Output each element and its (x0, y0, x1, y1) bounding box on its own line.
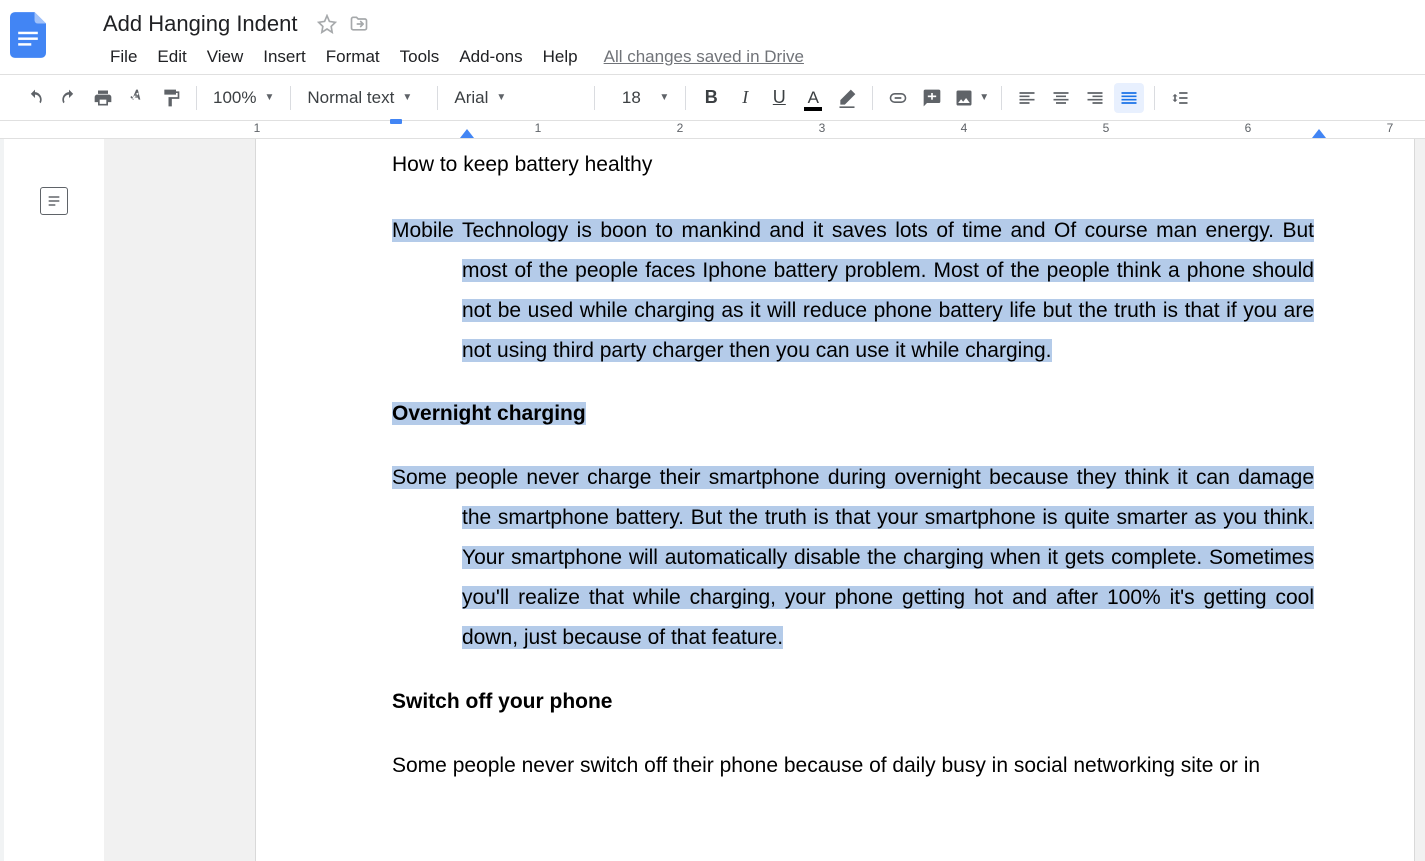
paragraph-3: Some people never switch off their phone… (392, 746, 1314, 786)
menu-view[interactable]: View (197, 43, 254, 71)
line-spacing-button[interactable] (1165, 83, 1195, 113)
separator (872, 86, 873, 110)
first-line-indent-marker[interactable] (390, 119, 404, 127)
print-button[interactable] (88, 83, 118, 113)
menu-tools[interactable]: Tools (390, 43, 450, 71)
separator (594, 86, 595, 110)
paragraph-1: Mobile Technology is boon to mankind and… (392, 211, 1314, 371)
menu-format[interactable]: Format (316, 43, 390, 71)
save-status[interactable]: All changes saved in Drive (604, 47, 804, 67)
workspace: How to keep battery healthy Mobile Techn… (0, 139, 1425, 861)
doc-heading-line: How to keep battery healthy (392, 145, 1314, 185)
menu-insert[interactable]: Insert (253, 43, 316, 71)
ruler-area: 1 1 2 3 4 5 6 7 (0, 121, 1425, 139)
move-to-folder-icon[interactable] (349, 14, 369, 34)
ruler-number: 1 (254, 121, 261, 135)
vertical-ruler[interactable] (0, 139, 4, 861)
insert-link-button[interactable] (883, 83, 913, 113)
ruler-number: 5 (1103, 121, 1110, 135)
align-right-button[interactable] (1080, 83, 1110, 113)
paragraph-2: Some people never charge their smartphon… (392, 458, 1314, 657)
ruler-number: 3 (819, 121, 826, 135)
horizontal-ruler[interactable]: 1 1 2 3 4 5 6 7 (257, 121, 1425, 139)
selected-text: Some people never charge their smartphon… (392, 466, 1314, 489)
align-left-button[interactable] (1012, 83, 1042, 113)
toolbar: 100%▼ Normal text▼ Arial▼ 18▼ B I U A ▼ (0, 75, 1425, 121)
ruler-number: 2 (677, 121, 684, 135)
right-indent-marker[interactable] (1312, 129, 1326, 138)
insert-image-button[interactable]: ▼ (949, 83, 993, 113)
font-size-combo[interactable]: 18▼ (603, 83, 677, 113)
docs-logo[interactable] (8, 8, 48, 62)
font-family-combo[interactable]: Arial▼ (446, 83, 586, 113)
document-body[interactable]: How to keep battery healthy Mobile Techn… (392, 145, 1314, 786)
ruler-number: 1 (535, 121, 542, 135)
paragraph-style-combo[interactable]: Normal text▼ (299, 83, 429, 113)
separator (1154, 86, 1155, 110)
page: How to keep battery healthy Mobile Techn… (255, 139, 1415, 861)
spellcheck-button[interactable] (122, 83, 152, 113)
left-sidebar (4, 139, 104, 861)
separator (685, 86, 686, 110)
align-center-button[interactable] (1046, 83, 1076, 113)
italic-button[interactable]: I (730, 83, 760, 113)
header-main: Add Hanging Indent File Edit View Insert… (56, 8, 1417, 74)
add-comment-button[interactable] (917, 83, 947, 113)
align-justify-button[interactable] (1114, 83, 1144, 113)
document-outline-icon[interactable] (40, 187, 68, 215)
header: Add Hanging Indent File Edit View Insert… (0, 0, 1425, 75)
separator (196, 86, 197, 110)
document-canvas[interactable]: How to keep battery healthy Mobile Techn… (104, 139, 1425, 861)
subheading-switch-off: Switch off your phone (392, 682, 1314, 722)
separator (290, 86, 291, 110)
highlight-color-button[interactable] (832, 83, 862, 113)
bold-button[interactable]: B (696, 83, 726, 113)
menu-help[interactable]: Help (533, 43, 588, 71)
zoom-combo[interactable]: 100%▼ (205, 83, 282, 113)
title-row: Add Hanging Indent (56, 8, 1417, 40)
star-icon[interactable] (317, 14, 337, 34)
subheading-overnight: Overnight charging (392, 394, 1314, 434)
paint-format-button[interactable] (156, 83, 186, 113)
menubar: File Edit View Insert Format Tools Add-o… (100, 40, 1417, 74)
selected-text: most of the people faces Iphone battery … (462, 259, 1314, 362)
underline-button[interactable]: U (764, 83, 794, 113)
docs-icon (10, 11, 46, 59)
undo-button[interactable] (20, 83, 50, 113)
ruler-number: 4 (961, 121, 968, 135)
menu-file[interactable]: File (100, 43, 147, 71)
selected-text: Mobile Technology is boon to mankind and… (392, 219, 1314, 242)
doc-title-input[interactable]: Add Hanging Indent (96, 8, 305, 40)
menu-edit[interactable]: Edit (147, 43, 196, 71)
left-indent-marker[interactable] (460, 129, 474, 138)
separator (437, 86, 438, 110)
selected-text: the smartphone battery. But the truth is… (462, 506, 1314, 649)
text-color-button[interactable]: A (798, 83, 828, 113)
menu-addons[interactable]: Add-ons (449, 43, 532, 71)
ruler-number: 7 (1387, 121, 1394, 135)
redo-button[interactable] (54, 83, 84, 113)
separator (1001, 86, 1002, 110)
ruler-number: 6 (1245, 121, 1252, 135)
